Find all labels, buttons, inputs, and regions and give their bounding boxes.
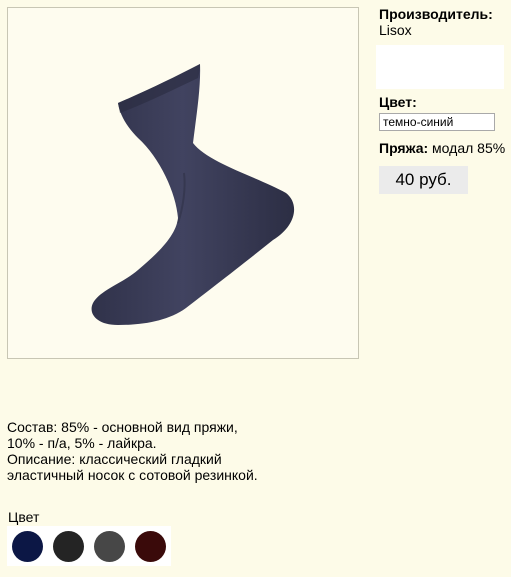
product-photo (7, 7, 359, 359)
swatch-dot (53, 530, 84, 562)
maker-label: Производитель: (379, 6, 493, 22)
product-description: Состав: 85% - основной вид пряжи, 10% - … (7, 419, 267, 483)
color-select[interactable]: темно-синий (379, 113, 495, 131)
brand-logo-area (376, 45, 504, 89)
swatch-brown[interactable] (130, 526, 171, 566)
product-info: Производитель: Lisox Цвет: темно-синий П… (376, 6, 509, 194)
sock-image (91, 64, 295, 325)
swatch-dot (12, 530, 43, 562)
color-swatches (7, 526, 171, 566)
color-label: Цвет: (379, 94, 417, 110)
description-text: Описание: классический гладкий эластичны… (7, 451, 258, 483)
swatch-black[interactable] (48, 526, 89, 566)
maker-value: Lisox (379, 22, 412, 38)
color-swatches-caption: Цвет (8, 509, 40, 525)
price-badge: 40 руб. (379, 166, 468, 194)
swatch-dot (135, 530, 166, 562)
yarn-info: Пряжа: модал 85% (379, 140, 509, 156)
yarn-value: модал 85% (432, 140, 506, 156)
swatch-dot (94, 530, 125, 562)
composition-text: Состав: 85% - основной вид пряжи, 10% - … (7, 419, 238, 451)
swatch-gray[interactable] (89, 526, 130, 566)
yarn-label: Пряжа: (379, 140, 429, 156)
swatch-dark-blue[interactable] (7, 526, 48, 566)
